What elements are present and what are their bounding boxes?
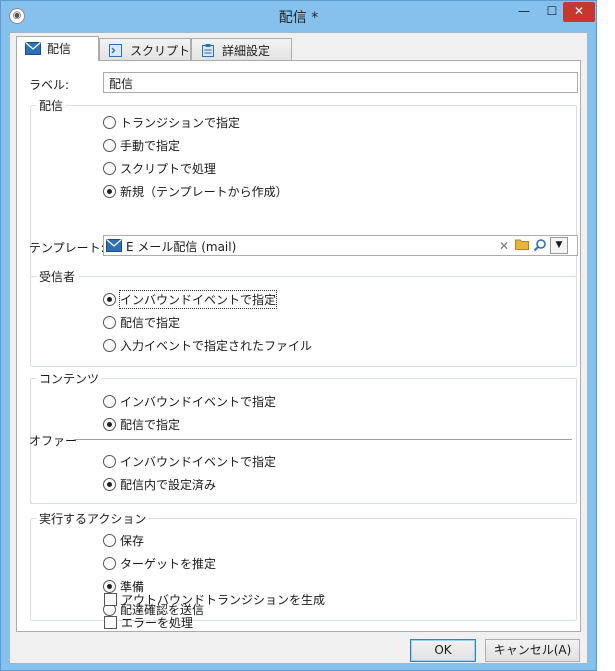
radio-button[interactable] (103, 395, 116, 408)
cancel-button[interactable]: キャンセル(A) (485, 639, 580, 662)
radio-button[interactable] (103, 557, 116, 570)
delivery-option-new-from-template[interactable]: 新規（テンプレートから作成） (103, 183, 288, 200)
ok-button[interactable]: OK (410, 639, 476, 662)
delivery-group-title: 配信 (36, 97, 67, 114)
clipboard-icon (202, 44, 214, 57)
template-selector[interactable]: E メール配信 (mail) ✕ ▼ (103, 235, 578, 256)
action-option-estimate-target[interactable]: ターゲットを推定 (103, 555, 216, 572)
content-option-delivery[interactable]: 配信で指定 (103, 416, 180, 433)
delivery-option-transition[interactable]: トランジションで指定 (103, 114, 240, 131)
checkbox[interactable] (104, 616, 117, 629)
tab-script-label: スクリプト (130, 44, 191, 58)
recipients-option-label: 配信で指定 (120, 316, 181, 330)
offer-separator (74, 439, 572, 440)
delivery-option-label: 手動で指定 (120, 139, 181, 153)
recipients-option-file[interactable]: 入力イベントで指定されたファイル (103, 337, 312, 354)
delivery-option-label: トランジションで指定 (120, 116, 241, 130)
recipients-option-inbound[interactable]: インバウンドイベントで指定 (103, 290, 278, 309)
content-option-label: 配信で指定 (120, 418, 181, 432)
offer-option-label: インバウンドイベントで指定 (120, 455, 277, 469)
radio-button-selected[interactable] (103, 293, 116, 306)
checkbox[interactable] (104, 593, 117, 606)
cancel-button-label: キャンセル(A) (493, 643, 572, 657)
radio-button-selected[interactable] (103, 478, 116, 491)
radio-button[interactable] (103, 139, 116, 152)
tab-advanced-label: 詳細設定 (222, 44, 271, 58)
dialog-window: ◉ 配信 * — ☐ ✕ 配信 スクリプト 詳細設定 ラベル: 配信 配信 トラ… (0, 0, 597, 671)
tab-delivery-label: 配信 (47, 42, 72, 56)
close-button[interactable]: ✕ (563, 2, 595, 22)
template-value: E メール配信 (mail) (126, 240, 237, 254)
delivery-option-manual[interactable]: 手動で指定 (103, 137, 180, 154)
content-option-label: インバウンドイベントで指定 (120, 395, 277, 409)
generate-outbound-transition-checkbox[interactable]: アウトバウンドトランジションを生成 (104, 591, 325, 608)
clear-icon[interactable]: ✕ (496, 238, 512, 254)
script-icon (109, 44, 122, 57)
minimize-button[interactable]: — (511, 2, 537, 22)
action-group-title: 実行するアクション (36, 510, 150, 527)
radio-button-selected[interactable] (103, 185, 116, 198)
template-caption: テンプレート: (29, 241, 105, 255)
delivery-option-script[interactable]: スクリプトで処理 (103, 160, 216, 177)
tab-panel-delivery: ラベル: 配信 配信 トランジションで指定 手動で指定 スクリプトで処理 新規（… (16, 60, 581, 632)
label-input[interactable]: 配信 (103, 72, 578, 93)
offer-caption: オファー (29, 434, 78, 448)
dialog-client: 配信 スクリプト 詳細設定 ラベル: 配信 配信 トランジションで指定 手動で指… (9, 32, 588, 664)
delivery-option-label: スクリプトで処理 (120, 162, 217, 176)
content-option-inbound[interactable]: インバウンドイベントで指定 (103, 393, 276, 410)
label-field-caption: ラベル: (29, 78, 70, 92)
recipients-option-delivery[interactable]: 配信で指定 (103, 314, 180, 331)
recipients-option-label: インバウンドイベントで指定 (118, 290, 278, 309)
chevron-down-icon[interactable]: ▼ (550, 237, 568, 254)
delivery-option-label: 新規（テンプレートから作成） (120, 185, 288, 199)
mail-icon (106, 239, 122, 252)
offer-option-inbound[interactable]: インバウンドイベントで指定 (103, 453, 276, 470)
action-option-label: 保存 (120, 534, 145, 548)
window-title: 配信 * (278, 10, 319, 26)
search-icon[interactable] (532, 238, 548, 254)
radio-button[interactable] (103, 534, 116, 547)
radio-button-selected[interactable] (103, 418, 116, 431)
offer-option-label: 配信内で設定済み (120, 478, 217, 492)
radio-button[interactable] (103, 162, 116, 175)
radio-button[interactable] (103, 316, 116, 329)
folder-icon[interactable] (514, 238, 530, 254)
recipients-group-title: 受信者 (36, 268, 79, 285)
checkbox-label: エラーを処理 (121, 616, 194, 630)
checkbox-label: アウトバウンドトランジションを生成 (121, 593, 326, 607)
radio-button[interactable] (103, 116, 116, 129)
maximize-button[interactable]: ☐ (539, 2, 565, 22)
process-errors-checkbox[interactable]: エラーを処理 (104, 614, 193, 631)
mail-icon (25, 42, 41, 55)
tab-script[interactable]: スクリプト (99, 38, 191, 60)
recipients-option-label: 入力イベントで指定されたファイル (120, 339, 313, 353)
title-bar[interactable]: ◉ 配信 * — ☐ ✕ (1, 1, 596, 31)
action-option-label: ターゲットを推定 (120, 557, 217, 571)
tab-advanced[interactable]: 詳細設定 (191, 38, 292, 60)
radio-button[interactable] (103, 339, 116, 352)
action-option-save[interactable]: 保存 (103, 532, 144, 549)
ok-button-label: OK (434, 643, 452, 657)
offer-option-configured[interactable]: 配信内で設定済み (103, 476, 216, 493)
radio-button[interactable] (103, 455, 116, 468)
tab-delivery[interactable]: 配信 (16, 36, 99, 61)
content-group-title: コンテンツ (36, 370, 103, 387)
